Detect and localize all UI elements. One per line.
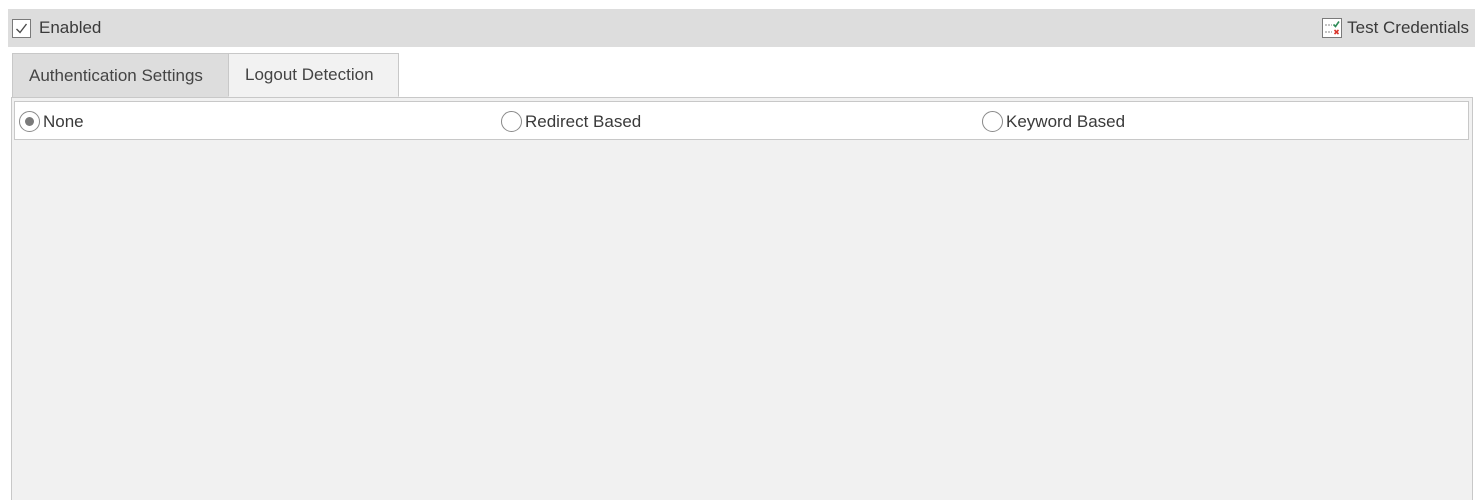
radio-label: Keyword Based <box>1006 112 1126 131</box>
enabled-label: Enabled <box>39 18 102 37</box>
tab-authentication-settings[interactable]: Authentication Settings <box>12 53 229 97</box>
radio-label: None <box>43 112 84 131</box>
auth-config-window: Enabled Test Credentials Authentication … <box>0 0 1480 500</box>
tab-label: Authentication Settings <box>29 65 203 85</box>
radio-selected-dot <box>25 117 34 126</box>
test-credentials-icon <box>1321 17 1343 39</box>
radio-label: Redirect Based <box>525 112 642 131</box>
radio-redirect-based[interactable]: Redirect Based <box>501 110 641 133</box>
toolbar: Enabled Test Credentials <box>8 9 1475 47</box>
test-credentials-button[interactable]: Test Credentials <box>1321 17 1469 39</box>
logout-detection-panel: None Redirect Based Keyword Based <box>11 97 1473 500</box>
logout-detection-radio-group: None Redirect Based Keyword Based <box>14 101 1469 140</box>
checkmark-icon <box>16 23 28 34</box>
test-credentials-label: Test Credentials <box>1347 18 1469 37</box>
radio-none[interactable]: None <box>19 110 84 133</box>
enabled-checkbox[interactable]: Enabled <box>12 18 101 38</box>
radio-button[interactable] <box>19 111 40 132</box>
radio-button[interactable] <box>501 111 522 132</box>
checkbox-box[interactable] <box>12 18 31 38</box>
tab-label: Logout Detection <box>245 65 374 84</box>
tab-logout-detection[interactable]: Logout Detection <box>228 53 399 97</box>
radio-keyword-based[interactable]: Keyword Based <box>982 110 1125 133</box>
radio-button[interactable] <box>982 111 1003 132</box>
